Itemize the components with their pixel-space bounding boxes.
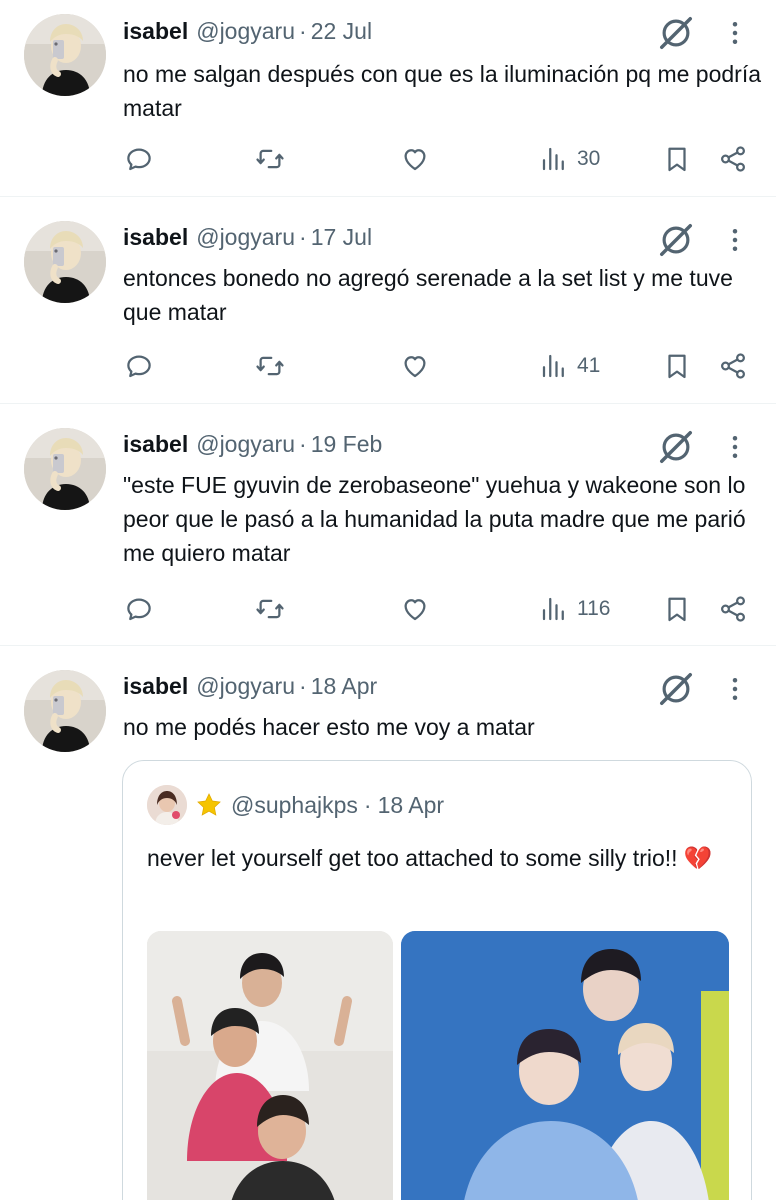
share-icon [718,144,748,174]
avatar[interactable] [24,428,106,510]
reply-button[interactable] [124,589,154,629]
grok-icon[interactable] [657,670,695,708]
tweet-header: isabel @jogyaru · 22 Jul [123,16,372,46]
reply-button[interactable] [124,139,154,179]
quoted-handle[interactable]: @suphajkps [231,792,358,819]
like-icon [400,144,430,174]
grok-icon[interactable] [657,14,695,52]
tweet-header: isabel @jogyaru · 18 Apr [123,671,377,701]
retweet-icon [255,144,285,174]
share-icon [718,351,748,381]
more-icon[interactable] [720,428,750,466]
quoted-date[interactable]: 18 Apr [378,792,445,819]
action-bar: 30 [0,139,776,179]
media-photo-2[interactable] [401,931,729,1200]
share-icon [718,594,748,624]
tweet-header: isabel @jogyaru · 17 Jul [123,222,372,252]
retweet-button[interactable] [255,589,285,629]
bookmark-icon [662,351,692,381]
separator-dot: · [299,18,307,44]
retweet-icon [255,351,285,381]
like-icon [400,351,430,381]
views-button[interactable]: 30 [539,139,600,179]
views-icon [539,144,569,174]
share-button[interactable] [718,589,748,629]
like-button[interactable] [400,346,430,386]
views-count: 116 [577,597,611,620]
media-photo-1[interactable] [147,931,393,1200]
bookmark-icon [662,594,692,624]
action-bar: 41 [0,346,776,386]
retweet-button[interactable] [255,346,285,386]
tweet-header: isabel @jogyaru · 19 Feb [123,429,382,459]
views-button[interactable]: 41 [539,346,600,386]
tweet-date[interactable]: 19 Feb [311,431,383,457]
user-handle[interactable]: @jogyaru [196,18,295,44]
display-name[interactable]: isabel [123,673,188,699]
display-name[interactable]: isabel [123,18,188,44]
bookmark-icon [662,144,692,174]
quoted-text: never let yourself get too attached to s… [147,845,713,871]
bookmark-button[interactable] [662,346,692,386]
more-icon[interactable] [720,14,750,52]
user-handle[interactable]: @jogyaru [196,673,295,699]
views-icon [539,594,569,624]
views-count: 41 [577,354,601,377]
reply-icon [124,144,154,174]
avatar[interactable] [24,221,106,303]
like-button[interactable] [400,139,430,179]
tweet[interactable]: isabel @jogyaru · 19 Feb "este FUE gyuvin d… [0,404,776,646]
separator-dot: · [299,673,307,699]
quoted-avatar[interactable] [147,785,187,825]
tweet[interactable]: isabel @jogyaru · 22 Jul no me salgan despu… [0,0,776,197]
tweet[interactable]: isabel @jogyaru · 17 Jul entonces bonedo no… [0,197,776,404]
tweet-text: no me salgan después con que es la ilumi… [123,61,762,121]
display-name[interactable]: isabel [123,431,188,457]
like-icon [400,594,430,624]
reply-icon [124,594,154,624]
tweet-text: "este FUE gyuvin de zerobaseone" yuehua … [123,472,746,566]
user-handle[interactable]: @jogyaru [196,224,295,250]
separator-dot: · [299,431,307,457]
tweet-text: no me podés hacer esto me voy a matar [123,714,535,740]
action-bar: 116 [0,589,776,629]
separator-dot: · [299,224,307,250]
reply-icon [124,351,154,381]
bookmark-button[interactable] [662,139,692,179]
bookmark-button[interactable] [662,589,692,629]
retweet-icon [255,594,285,624]
views-icon [539,351,569,381]
grok-icon[interactable] [657,428,695,466]
views-button[interactable]: 116 [539,589,610,629]
grok-icon[interactable] [657,221,695,259]
quoted-tweet-header: @suphajkps · 18 Apr [147,785,445,825]
reply-button[interactable] [124,346,154,386]
tweet-date[interactable]: 22 Jul [311,18,372,44]
share-button[interactable] [718,139,748,179]
quoted-tweet[interactable]: @suphajkps · 18 Apr never let yourself get… [122,760,752,1200]
more-icon[interactable] [720,670,750,708]
tweet-text: entonces bonedo no agregó serenade a la … [123,265,733,325]
star-icon [197,793,221,816]
avatar[interactable] [24,14,106,96]
like-button[interactable] [400,589,430,629]
tweet-date[interactable]: 18 Apr [311,673,378,699]
separator-dot: · [363,791,372,818]
display-name[interactable]: isabel [123,224,188,250]
share-button[interactable] [718,346,748,386]
retweet-button[interactable] [255,139,285,179]
tweet-date[interactable]: 17 Jul [311,224,372,250]
user-handle[interactable]: @jogyaru [196,431,295,457]
views-count: 30 [577,147,601,170]
avatar[interactable] [24,670,106,752]
more-icon[interactable] [720,221,750,259]
